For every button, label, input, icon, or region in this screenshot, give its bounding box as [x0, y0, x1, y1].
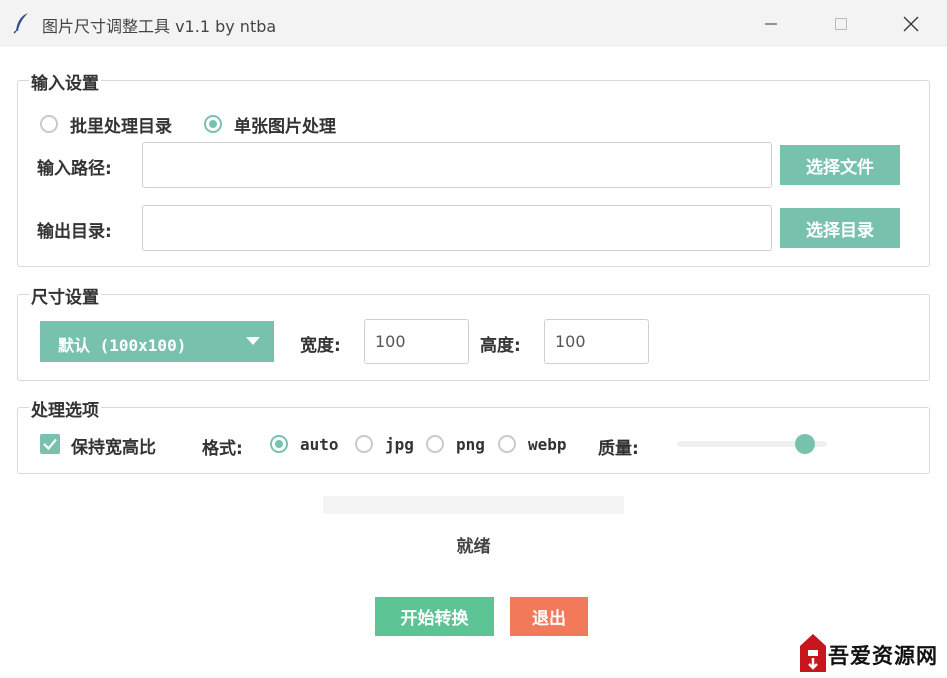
watermark-text: 吾爱资源网 — [828, 643, 938, 668]
watermark-logo: 吾爱资源网 — [798, 630, 947, 678]
format-png-radio[interactable] — [426, 435, 444, 453]
batch-mode-label[interactable]: 批里处理目录 — [70, 112, 172, 137]
select-dir-button[interactable]: 选择目录 — [780, 208, 900, 248]
format-label: 格式: — [202, 439, 243, 459]
width-label: 宽度: — [300, 336, 341, 356]
format-webp-radio[interactable] — [498, 435, 516, 453]
maximize-icon — [835, 17, 847, 30]
chevron-down-icon — [246, 337, 260, 345]
progress-bar — [323, 496, 624, 514]
close-icon — [903, 16, 919, 31]
select-file-button[interactable]: 选择文件 — [780, 145, 900, 185]
feather-icon — [13, 13, 28, 34]
processing-options-title: 处理选项 — [29, 396, 101, 421]
check-icon — [43, 438, 57, 451]
close-button[interactable] — [888, 0, 934, 47]
single-mode-label[interactable]: 单张图片处理 — [234, 112, 336, 137]
input-path-label: 输入路径: — [37, 159, 112, 179]
height-label: 高度: — [480, 336, 521, 356]
minimize-button[interactable] — [748, 0, 794, 47]
format-auto-radio[interactable] — [270, 435, 288, 453]
window-title: 图片尺寸调整工具 v1.1 by ntba — [42, 17, 277, 36]
size-settings-title: 尺寸设置 — [29, 283, 101, 308]
title-bar: 图片尺寸调整工具 v1.1 by ntba — [0, 0, 947, 47]
keep-ratio-checkbox[interactable] — [40, 434, 60, 454]
exit-button[interactable]: 退出 — [510, 597, 588, 636]
maximize-button[interactable] — [818, 0, 864, 47]
format-png-label[interactable]: png — [456, 435, 485, 454]
format-jpg-label[interactable]: jpg — [385, 435, 414, 454]
start-convert-button[interactable]: 开始转换 — [375, 597, 494, 636]
size-preset-value: 默认 (100x100) — [58, 336, 187, 355]
format-webp-label[interactable]: webp — [528, 435, 567, 454]
format-jpg-radio[interactable] — [355, 435, 373, 453]
house-logo-icon — [800, 634, 826, 672]
output-dir-field[interactable] — [142, 205, 772, 251]
size-preset-dropdown[interactable]: 默认 (100x100) — [40, 321, 274, 362]
input-path-field[interactable] — [142, 142, 772, 188]
minimize-icon — [765, 23, 777, 24]
status-text: 就绪 — [456, 537, 491, 557]
width-input[interactable]: 100 — [364, 319, 469, 364]
format-auto-label[interactable]: auto — [300, 435, 339, 454]
height-input[interactable]: 100 — [544, 319, 649, 364]
keep-ratio-label[interactable]: 保持宽高比 — [71, 433, 156, 458]
input-settings-title: 输入设置 — [29, 69, 101, 94]
output-dir-label: 输出目录: — [37, 222, 112, 242]
single-mode-radio[interactable] — [204, 115, 222, 133]
quality-label: 质量: — [598, 439, 639, 459]
batch-mode-radio[interactable] — [40, 115, 58, 133]
quality-slider-handle[interactable] — [794, 434, 815, 454]
